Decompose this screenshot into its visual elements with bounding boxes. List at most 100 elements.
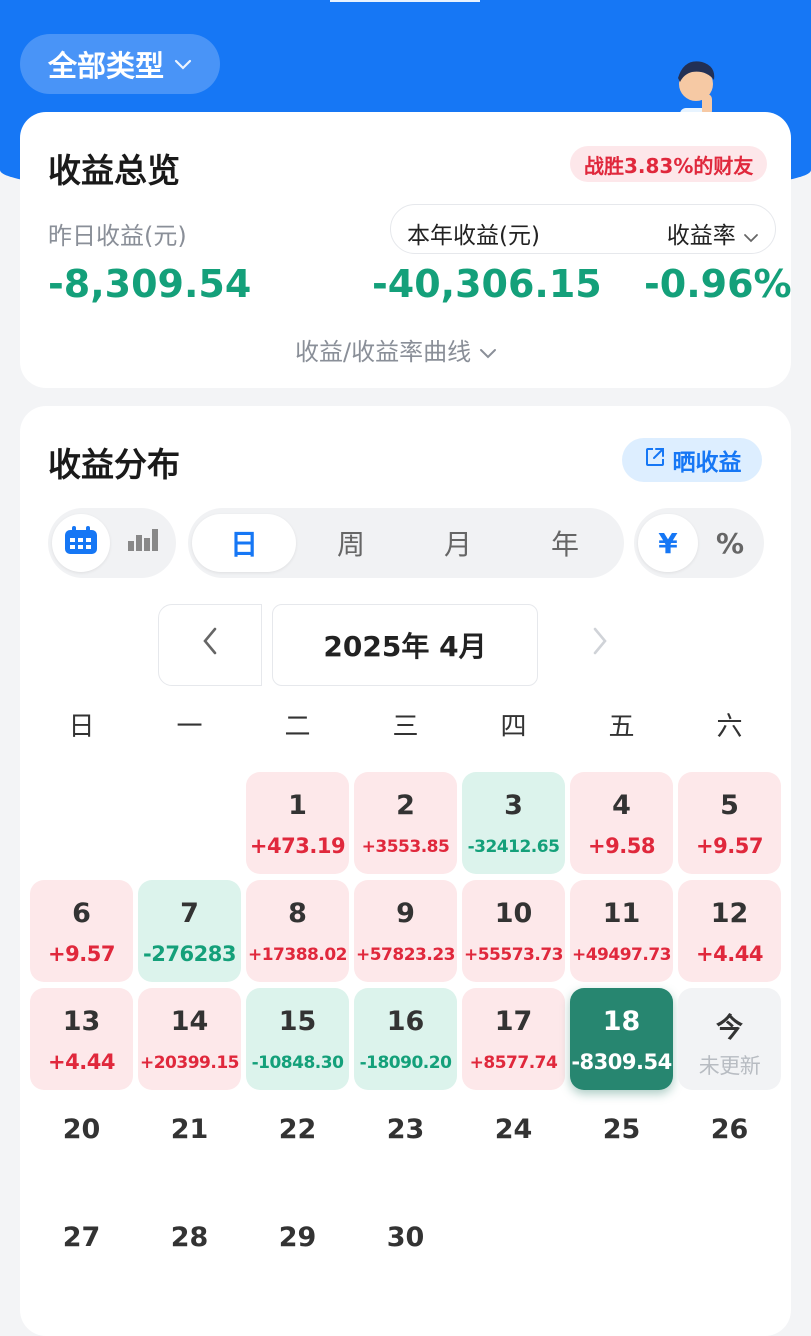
bar-chart-icon <box>126 527 160 560</box>
calendar-day-cell[interactable]: 12 +4.44 <box>678 880 781 982</box>
calendar-day-cell[interactable]: 4 +9.58 <box>570 772 673 874</box>
rate-dropdown[interactable]: 收益率 <box>667 216 759 250</box>
calendar-day-cell[interactable]: 8 +17388.02 <box>246 880 349 982</box>
day-earning-value: +17388.02 <box>247 945 348 965</box>
overview-card: 收益总览 战胜3.83%的财友 昨日收益(元) -8,309.54 本年收益(元… <box>20 112 792 388</box>
weekday-sat: 六 <box>716 712 743 742</box>
day-number: 14 <box>170 1006 209 1037</box>
tab-day[interactable]: 日 <box>192 508 296 578</box>
calendar-day-cell[interactable]: 14 +20399.15 <box>138 988 241 1090</box>
calendar-day-cell[interactable]: 26 <box>678 1096 781 1198</box>
calendar-day-cell[interactable]: 28 <box>138 1204 241 1306</box>
yesterday-label: 昨日收益(元) <box>48 222 187 250</box>
next-month-button[interactable] <box>560 604 640 686</box>
calendar-day-cell[interactable]: 30 <box>354 1204 457 1306</box>
day-earning-value: +9.57 <box>696 834 763 858</box>
day-number: 26 <box>710 1114 749 1145</box>
rate-label: 收益率 <box>666 223 736 249</box>
chevron-down-icon <box>174 52 192 77</box>
day-number: 20 <box>62 1114 101 1145</box>
day-number: 13 <box>62 1006 101 1037</box>
distribution-card: 收益分布 晒收益 日 周 月 年 ¥ % 2025年 4月 日 一 二 三 四 … <box>20 406 791 1336</box>
calendar-day-cell[interactable]: 11 +49497.73 <box>570 880 673 982</box>
day-earning-value: +9.58 <box>588 834 655 858</box>
chevron-left-icon <box>200 625 220 666</box>
tab-month[interactable]: 月 <box>406 508 510 578</box>
calendar-day-cell[interactable]: 25 <box>570 1096 673 1198</box>
day-earning-value: 未更新 <box>698 1054 761 1078</box>
calendar-day-cell[interactable]: 21 <box>138 1096 241 1198</box>
weekday-mon: 一 <box>176 712 203 742</box>
calendar-day-cell[interactable]: 1 +473.19 <box>246 772 349 874</box>
calendar-day-cell[interactable]: 3 -32412.65 <box>462 772 565 874</box>
day-number: 7 <box>180 898 199 929</box>
view-toggle <box>48 508 176 578</box>
calendar-day-cell[interactable]: 22 <box>246 1096 349 1198</box>
calendar-day-cell[interactable]: 17 +8577.74 <box>462 988 565 1090</box>
calendar-day-cell[interactable]: 6 +9.57 <box>30 880 133 982</box>
day-number: 23 <box>386 1114 425 1145</box>
calendar-day-cell[interactable]: 5 +9.57 <box>678 772 781 874</box>
calendar-day-cell[interactable]: 27 <box>30 1204 133 1306</box>
day-number: 18 <box>602 1006 641 1037</box>
calendar-day-cell[interactable]: 10 +55573.73 <box>462 880 565 982</box>
calendar-day-cell[interactable]: 今未更新 <box>678 988 781 1090</box>
day-number: 30 <box>386 1222 425 1253</box>
weekday-sun: 日 <box>68 712 95 742</box>
calendar-day-cell[interactable]: 9 +57823.23 <box>354 880 457 982</box>
day-number: 29 <box>278 1222 317 1253</box>
day-earning-value: +4.44 <box>48 1050 115 1074</box>
month-label[interactable]: 2025年 4月 <box>272 604 538 686</box>
day-number: 17 <box>494 1006 533 1037</box>
calendar-day-cell[interactable]: 23 <box>354 1096 457 1198</box>
day-number: 12 <box>710 898 749 929</box>
weekday-tue: 二 <box>284 712 311 742</box>
calendar-day-cell[interactable]: 13 +4.44 <box>30 988 133 1090</box>
day-number: 24 <box>494 1114 533 1145</box>
day-number: 22 <box>278 1114 317 1145</box>
unit-yuan-button[interactable]: ¥ <box>638 508 698 578</box>
day-number: 6 <box>72 898 91 929</box>
type-filter-dropdown[interactable]: 全部类型 <box>20 34 220 94</box>
calendar-day-cell[interactable]: 24 <box>462 1096 565 1198</box>
day-earning-value: +8577.74 <box>469 1053 558 1073</box>
day-earning-value: +57823.23 <box>355 945 456 965</box>
day-number: 21 <box>170 1114 209 1145</box>
year-label: 本年收益(元) <box>407 223 540 249</box>
day-earning-value: +20399.15 <box>139 1053 240 1073</box>
calendar-icon <box>63 524 99 563</box>
tab-year[interactable]: 年 <box>513 508 617 578</box>
day-earning-value: -32412.65 <box>467 837 560 857</box>
tab-week[interactable]: 周 <box>299 508 403 578</box>
distribution-title: 收益分布 <box>48 445 180 484</box>
prev-month-button[interactable] <box>158 604 262 686</box>
day-number: 28 <box>170 1222 209 1253</box>
day-earning-value: +55573.73 <box>463 945 564 965</box>
day-number: 15 <box>278 1006 317 1037</box>
calendar-day-cell[interactable]: 2 +3553.85 <box>354 772 457 874</box>
year-rate-selector[interactable]: 本年收益(元) 收益率 <box>390 204 776 254</box>
weekday-wed: 三 <box>392 712 419 742</box>
day-number: 25 <box>602 1114 641 1145</box>
calendar-day-cell[interactable]: 18 -8309.54 <box>570 988 673 1090</box>
calendar-day-cell[interactable]: 16 -18090.20 <box>354 988 457 1090</box>
beat-badge: 战胜3.83%的财友 <box>570 146 768 182</box>
day-number: 2 <box>396 790 415 821</box>
bar-chart-view-button[interactable] <box>114 508 172 578</box>
calendar-day-cell[interactable]: 29 <box>246 1204 349 1306</box>
calendar-day-cell[interactable]: 15 -10848.30 <box>246 988 349 1090</box>
day-number: 16 <box>386 1006 425 1037</box>
curve-toggle-link[interactable]: 收益/收益率曲线 <box>295 332 497 367</box>
day-number: 10 <box>494 898 533 929</box>
share-earnings-button[interactable]: 晒收益 <box>622 438 762 482</box>
calendar-day-cell[interactable]: 20 <box>30 1096 133 1198</box>
unit-percent-button[interactable]: % <box>700 508 760 578</box>
day-number: 4 <box>612 790 631 821</box>
calendar-day-cell[interactable]: 7 -276283 <box>138 880 241 982</box>
calendar-view-button[interactable] <box>52 508 110 578</box>
day-number: 11 <box>602 898 641 929</box>
day-earning-value: +9.57 <box>48 942 115 966</box>
day-number: 3 <box>504 790 523 821</box>
day-earning-value: +3553.85 <box>361 837 450 857</box>
day-number: 9 <box>396 898 415 929</box>
